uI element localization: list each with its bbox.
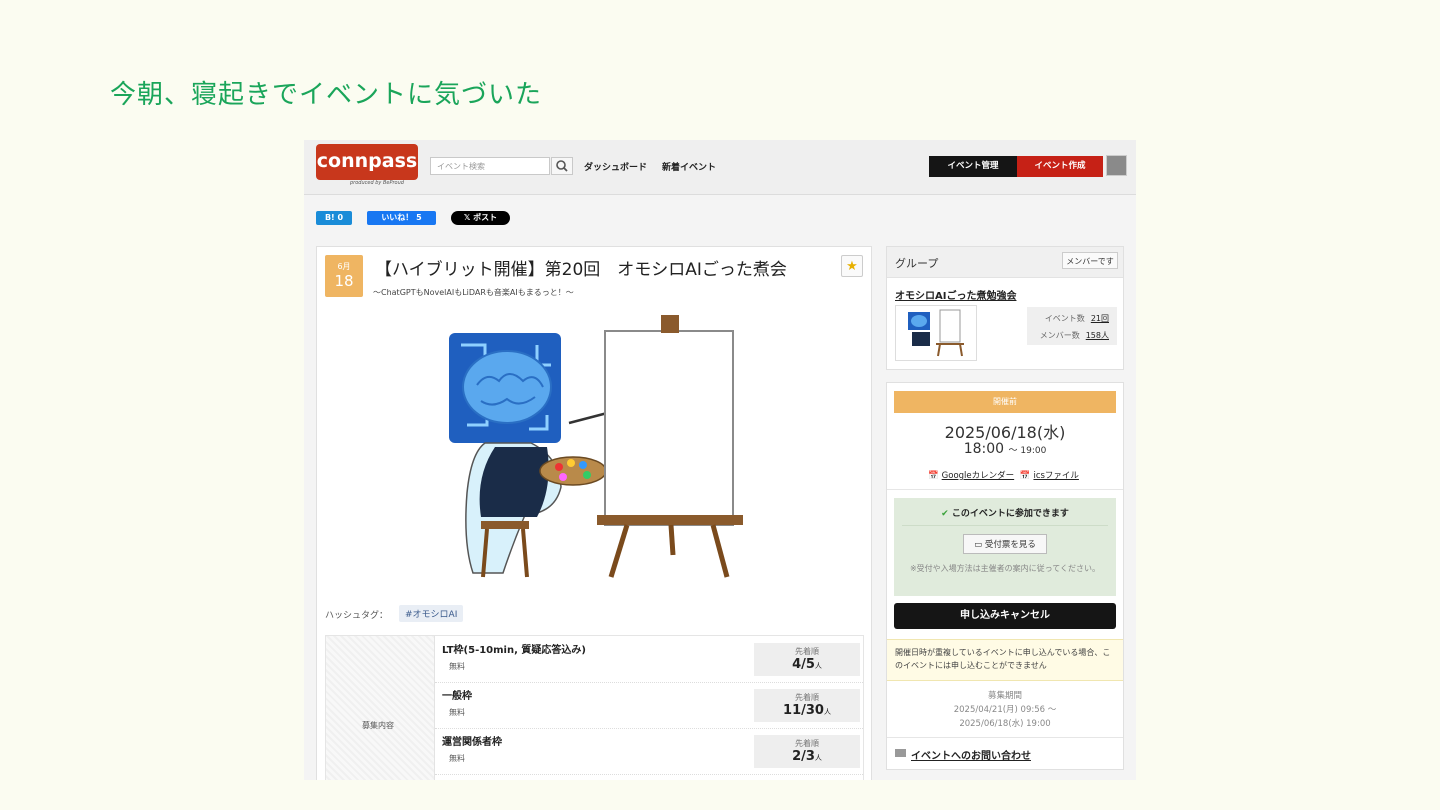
- divider: [887, 489, 1123, 490]
- ticket-capacity: 先着順 4/5人: [754, 643, 860, 676]
- cancel-application-button[interactable]: 申し込みキャンセル: [894, 603, 1116, 629]
- ticket-table: 募集内容 LT枠(5-10min, 質疑応答込み) 無料 先着順 4/5人 一般…: [325, 635, 864, 780]
- nav-dashboard[interactable]: ダッシュボード: [584, 160, 647, 173]
- x-post-button[interactable]: 𝕏 ポスト: [451, 211, 510, 225]
- join-status-box: ✔ このイベントに参加できます ▭ 受付票を見る ※受付や入場方法は主催者の案内…: [894, 498, 1116, 596]
- event-date: 2025/06/18(水): [944, 423, 1066, 442]
- group-events-label: イベント数: [1044, 314, 1085, 323]
- calendar-links: 📅 Googleカレンダー 📅 icsファイル: [887, 469, 1123, 481]
- ticket-name: 運営関係者枠: [442, 737, 502, 748]
- ticket-capacity: 先着順 11/30人: [754, 689, 860, 722]
- avatar[interactable]: [1106, 155, 1127, 176]
- event-main-panel: 6月 18 【ハイブリット開催】第20回 オモシロAIごった煮会 〜ChatGP…: [316, 246, 872, 780]
- ticket-fee: 無料: [449, 662, 465, 671]
- view-ticket-button[interactable]: ▭ 受付票を見る: [963, 534, 1047, 554]
- event-date-badge: 6月 18: [325, 255, 363, 297]
- logo-subtitle: produced by BeProud: [350, 180, 404, 186]
- event-create-button[interactable]: イベント作成: [1017, 156, 1103, 177]
- mail-icon: [895, 749, 906, 757]
- view-ticket-label: 受付票を見る: [984, 540, 1036, 550]
- calendar-icon: 📅: [928, 471, 939, 481]
- group-heading: グループ: [895, 257, 939, 270]
- event-month: 6月: [337, 262, 351, 271]
- duplicate-warning: 開催日時が重複しているイベントに申し込んでいる場合、このイベントには申し込むこと…: [887, 639, 1123, 681]
- ticket-count: 4/5: [792, 657, 815, 672]
- ticket-table-side: 募集内容: [326, 636, 435, 780]
- join-status-label: このイベントに参加できます: [951, 509, 1069, 519]
- event-title: 【ハイブリット開催】第20回 オモシロAIごった煮会: [375, 260, 787, 280]
- search-icon: [556, 160, 568, 172]
- group-members-value[interactable]: 158人: [1086, 331, 1109, 340]
- search-input[interactable]: イベント検索: [430, 157, 550, 175]
- ticket-row-general: 一般枠 無料 先着順 11/30人: [435, 682, 863, 729]
- ticket-row-staff: 運営関係者枠 無料 先着順 2/3人: [435, 728, 863, 775]
- event-time-start: 18:00: [963, 441, 1005, 457]
- contact-section: イベントへのお問い合わせ: [887, 737, 1123, 770]
- ticket-method: 先着順: [795, 647, 819, 656]
- site-header: connpass produced by BeProud イベント検索 ダッシュ…: [304, 140, 1136, 195]
- group-panel: グループ メンバーです オモシロAIごった煮勉強会 イベント数 21回 メンバー数…: [886, 246, 1124, 370]
- search-button[interactable]: [551, 157, 573, 175]
- divider: [902, 525, 1108, 526]
- period-start: 2025/04/21(月) 09:56 〜: [953, 705, 1057, 715]
- group-thumbnail-image: [908, 309, 964, 357]
- ai-painter-illustration: [449, 315, 743, 578]
- nav-new-events[interactable]: 新着イベント: [662, 160, 716, 173]
- calendar-add-icon: 📅: [1019, 471, 1031, 481]
- ticket-method: 先着順: [795, 739, 819, 748]
- join-status-text: ✔ このイベントに参加できます: [894, 506, 1116, 519]
- event-time-end: 〜 19:00: [1008, 446, 1047, 456]
- group-members-label: メンバー数: [1039, 331, 1080, 340]
- brain-icon: [462, 350, 552, 424]
- ticket-unit: 人: [814, 662, 822, 670]
- event-subtitle: 〜ChatGPTもNovelAIもLiDARも音楽AIもまるっと！〜: [373, 288, 574, 297]
- bookmark-star-button[interactable]: ★: [841, 255, 863, 277]
- ticket-name: 一般枠: [442, 691, 472, 702]
- member-button[interactable]: メンバーです: [1062, 252, 1118, 269]
- ticket-name: LT枠(5-10min, 質疑応答込み): [442, 645, 586, 656]
- ticket-fee: 無料: [449, 708, 465, 717]
- event-day: 18: [334, 272, 354, 290]
- ics-file-link[interactable]: icsファイル: [1033, 471, 1078, 481]
- ticket-count: 11/30: [783, 703, 824, 718]
- hashtag-chip[interactable]: #オモシロAI: [399, 605, 464, 622]
- easel-tray: [597, 515, 743, 525]
- group-stats: イベント数 21回 メンバー数 158人: [1027, 307, 1117, 345]
- event-time: 18:00 〜 19:00: [887, 441, 1123, 457]
- event-schedule-panel: 開催前 2025/06/18(水) 18:00 〜 19:00 📅 Googleカ…: [886, 382, 1124, 770]
- event-manage-button[interactable]: イベント管理: [929, 156, 1017, 177]
- ticket-method: 先着順: [795, 693, 819, 702]
- join-note: ※受付や入場方法は主催者の案内に従ってください。: [909, 564, 1101, 573]
- ticket-row-lt: LT枠(5-10min, 質疑応答込み) 無料 先着順 4/5人: [435, 636, 863, 683]
- ticket-capacity: 先着順 2/3人: [754, 735, 860, 768]
- application-period: 募集期間 2025/04/21(月) 09:56 〜 2025/06/18(水)…: [887, 689, 1123, 731]
- check-icon: ✔: [941, 509, 949, 519]
- star-icon: ★: [846, 259, 858, 274]
- ticket-count: 2/3: [792, 749, 815, 764]
- ticket-icon: ▭: [974, 540, 983, 550]
- tickets-label: 募集内容: [362, 721, 394, 730]
- slide-title: 今朝、寝起きでイベントに気づいた: [110, 80, 543, 110]
- easel-canvas: [604, 330, 734, 526]
- group-thumbnail[interactable]: [895, 305, 977, 361]
- hashtag-label: ハッシュタグ：: [325, 611, 389, 621]
- facebook-like-button[interactable]: いいね！ 5: [367, 211, 436, 225]
- hatena-bookmark-button[interactable]: B! 0: [316, 211, 352, 225]
- status-badge: 開催前: [894, 391, 1116, 413]
- period-label: 募集期間: [987, 691, 1022, 701]
- group-events-value[interactable]: 21回: [1091, 314, 1109, 323]
- contact-link[interactable]: イベントへのお問い合わせ: [911, 747, 1031, 762]
- ticket-unit: 人: [823, 708, 831, 716]
- period-end: 2025/06/18(水) 19:00: [959, 719, 1051, 729]
- ticket-unit: 人: [814, 754, 822, 762]
- ticket-fee: 無料: [449, 754, 465, 763]
- group-name-link[interactable]: オモシロAIごった煮勉強会: [895, 287, 1016, 302]
- connpass-screenshot: connpass produced by BeProud イベント検索 ダッシュ…: [304, 140, 1136, 780]
- group-header: グループ メンバーです: [887, 247, 1123, 278]
- connpass-logo[interactable]: connpass: [316, 144, 418, 180]
- google-calendar-link[interactable]: Googleカレンダー: [942, 471, 1014, 481]
